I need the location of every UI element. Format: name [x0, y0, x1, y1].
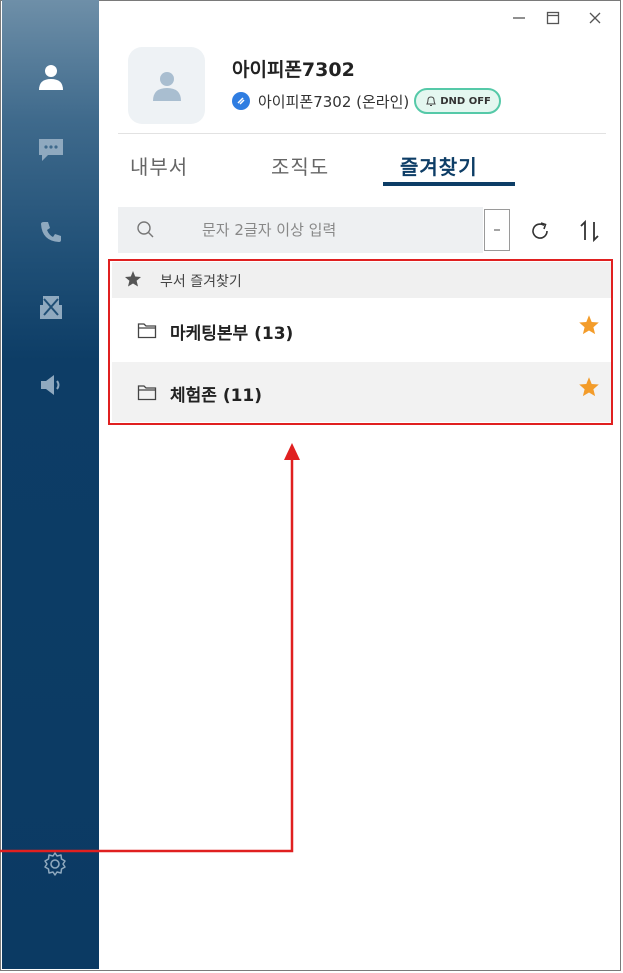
refresh-button[interactable] — [524, 215, 556, 247]
tab-favorites[interactable]: 즐겨찾기 — [400, 151, 478, 180]
profile-name: 아이피폰7302 — [232, 59, 355, 81]
search-input[interactable] — [202, 207, 472, 253]
sidebar — [2, 0, 99, 969]
divider — [118, 133, 606, 134]
favorites-header-label: 부서 즐겨찾기 — [160, 274, 242, 290]
dnd-label: DND OFF — [440, 95, 491, 107]
bell-icon — [426, 96, 437, 106]
gear-icon — [44, 852, 66, 876]
chevron-down-icon — [494, 229, 500, 231]
status-text: 아이피폰7302 (온라인) — [258, 92, 410, 111]
refresh-icon — [532, 222, 548, 239]
active-tab-indicator — [383, 182, 515, 186]
sort-button[interactable] — [574, 215, 606, 247]
search-dropdown-button[interactable] — [484, 209, 510, 251]
close-icon — [589, 12, 601, 24]
status-row: 아이피폰7302 (온라인) DND OFF — [232, 88, 501, 114]
star-icon[interactable] — [578, 376, 600, 398]
phone-icon — [40, 222, 61, 242]
list-item[interactable]: 체험존 (11) — [112, 362, 611, 422]
person-icon — [38, 65, 63, 90]
close-button[interactable] — [582, 6, 608, 30]
list-item[interactable]: 마케팅본부 (13) — [112, 300, 611, 360]
search-box — [118, 207, 483, 253]
settings-button[interactable] — [40, 849, 70, 879]
minimize-icon — [513, 17, 525, 19]
maximize-icon — [546, 11, 560, 25]
sidebar-item-broadcast[interactable] — [2, 355, 99, 415]
maximize-button[interactable] — [540, 6, 566, 30]
tab-org-chart[interactable]: 조직도 — [271, 151, 329, 180]
avatar[interactable] — [128, 47, 205, 124]
sidebar-item-chat[interactable] — [2, 120, 99, 180]
minimize-button[interactable] — [506, 6, 532, 30]
sidebar-item-contacts[interactable] — [2, 47, 99, 107]
status-online-icon[interactable] — [232, 92, 250, 110]
search-icon — [137, 221, 154, 238]
fax-icon — [39, 296, 62, 319]
favorites-section-header: 부서 즐겨찾기 — [112, 262, 611, 298]
sidebar-item-fax[interactable] — [2, 278, 99, 338]
chat-bubble-icon — [38, 139, 63, 161]
star-icon[interactable] — [578, 314, 600, 336]
list-item-label: 체험존 (11) — [170, 386, 263, 406]
folder-icon — [137, 385, 157, 401]
sort-icon — [580, 219, 599, 243]
speaker-icon — [40, 375, 59, 395]
sidebar-item-call[interactable] — [2, 202, 99, 262]
tab-my-department[interactable]: 내부서 — [130, 151, 188, 180]
person-icon — [152, 71, 181, 101]
star-icon — [125, 271, 141, 287]
dnd-toggle[interactable]: DND OFF — [414, 88, 501, 114]
folder-icon — [137, 323, 157, 339]
list-item-label: 마케팅본부 (13) — [170, 324, 294, 344]
